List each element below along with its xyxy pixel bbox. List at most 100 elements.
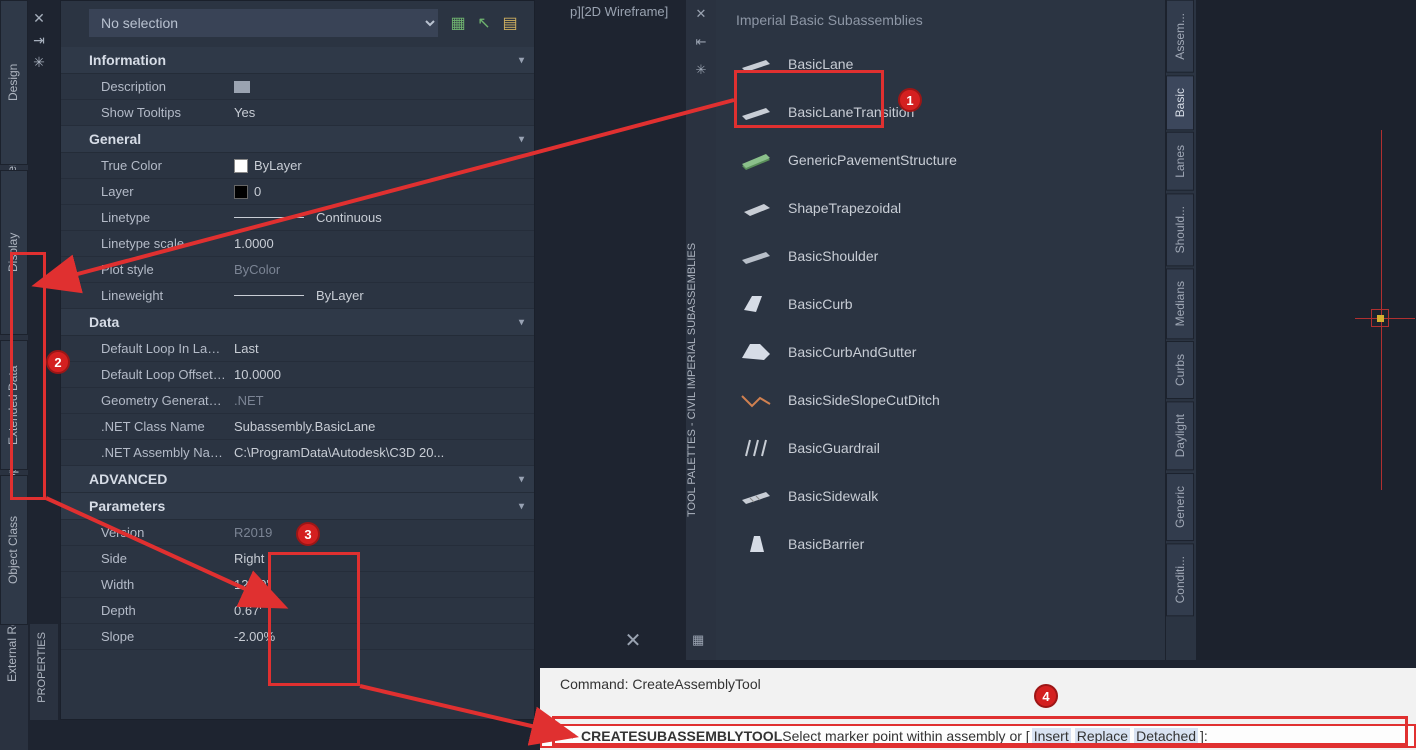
row-net-assembly[interactable]: .NET Assembly Name C:\ProgramData\Autode… (61, 440, 534, 466)
command-option-detached[interactable]: Detached (1134, 728, 1198, 744)
color-swatch-icon (234, 159, 248, 173)
palette-tab-lanes[interactable]: Lanes (1166, 132, 1194, 191)
subassembly-icon (740, 196, 772, 220)
close-icon[interactable]: ✕ (618, 628, 648, 658)
row-linetype-scale[interactable]: Linetype scale 1.0000 (61, 231, 534, 257)
palette-tab-conditional[interactable]: Conditi... (1166, 543, 1194, 616)
palette-tab-shoulders[interactable]: Should... (1166, 193, 1194, 266)
palette-item-basiclanetransition[interactable]: BasicLaneTransition (732, 88, 1157, 136)
command-line-area: Command: CreateAssemblyTool ▭ ▾ CREATESU… (540, 668, 1416, 750)
group-advanced-title: ADVANCED (89, 471, 167, 487)
palette-item-genericpavement[interactable]: GenericPavementStructure (732, 136, 1157, 184)
row-lineweight[interactable]: Lineweight ByLayer (61, 283, 534, 309)
row-net-class[interactable]: .NET Class Name Subassembly.BasicLane (61, 414, 534, 440)
caret-icon: ▾ (519, 474, 524, 485)
chevron-down-icon[interactable]: ▾ (570, 731, 575, 742)
command-option-insert[interactable]: Insert (1032, 728, 1071, 744)
command-name: CREATESUBASSEMBLYTOOL (581, 728, 782, 744)
subassembly-icon (740, 52, 772, 76)
row-depth[interactable]: Depth 0.67' (61, 598, 534, 624)
palette-tab-daylight[interactable]: Daylight (1166, 401, 1194, 470)
palette-tab-assemblies[interactable]: Assem... (1166, 0, 1194, 73)
caret-icon: ▾ (519, 134, 524, 145)
subassembly-icon (740, 532, 772, 556)
tool-palette-body: Imperial Basic Subassemblies BasicLane B… (716, 0, 1166, 660)
properties-panel: No selection ▦ ↖ ▤ Information ▾ Descrip… (60, 0, 535, 720)
command-input[interactable]: ▭ ▾ CREATESUBASSEMBLYTOOL Select marker … (540, 724, 1416, 748)
palette-item-basicsidewalk[interactable]: BasicSidewalk (732, 472, 1157, 520)
row-slope[interactable]: Slope -2.00% (61, 624, 534, 650)
group-data-header[interactable]: Data ▾ (61, 309, 534, 336)
command-option-replace[interactable]: Replace (1075, 728, 1130, 744)
close-icon[interactable]: ✕ (30, 10, 48, 28)
row-default-loop-offset[interactable]: Default Loop Offset I... 10.0000 (61, 362, 534, 388)
row-plot-style[interactable]: Plot style ByColor (61, 257, 534, 283)
quick-select-icon[interactable]: ▦ (448, 13, 468, 33)
viewport-title: p][2D Wireframe] (570, 4, 668, 19)
group-parameters-title: Parameters (89, 498, 165, 514)
pin-icon[interactable]: ⇤ (686, 28, 716, 56)
group-general-header[interactable]: General ▾ (61, 126, 534, 153)
row-default-loop-layout[interactable]: Default Loop In Layo... Last (61, 336, 534, 362)
command-prompt-end: ]: (1200, 728, 1208, 744)
gear-icon[interactable]: ✳ (686, 56, 716, 84)
group-general-title: General (89, 131, 141, 147)
group-information-header[interactable]: Information ▾ (61, 47, 534, 74)
command-prompt-text: Select marker point within assembly or [ (782, 728, 1029, 744)
subassembly-icon (740, 244, 772, 268)
callout-badge-4: 4 (1034, 684, 1058, 708)
group-information-title: Information (89, 52, 166, 68)
palette-item-basicbarrier[interactable]: BasicBarrier (732, 520, 1157, 568)
palette-tab-generic[interactable]: Generic (1166, 473, 1194, 541)
layer-swatch-icon (234, 185, 248, 199)
gear-icon[interactable]: ✳ (30, 54, 48, 72)
palette-item-basiclane[interactable]: BasicLane (732, 40, 1157, 88)
row-linetype[interactable]: Linetype Continuous (61, 205, 534, 231)
command-icon: ▭ (548, 728, 566, 744)
subassembly-icon (740, 100, 772, 124)
palette-item-basicguardrail[interactable]: BasicGuardrail (732, 424, 1157, 472)
lineweight-sample-icon (234, 295, 304, 296)
tab-display[interactable]: Display (0, 170, 28, 335)
row-geometry-generate[interactable]: Geometry Generate... .NET (61, 388, 534, 414)
palette-item-shapetrapezoidal[interactable]: ShapeTrapezoidal (732, 184, 1157, 232)
drawing-canvas[interactable] (1196, 0, 1416, 660)
row-side[interactable]: Side Right (61, 546, 534, 572)
tool-palette-title-vertical: TOOL PALETTES - CIVIL IMPERIAL SUBASSEMB… (686, 180, 714, 580)
caret-icon: ▾ (519, 501, 524, 512)
subassembly-icon (740, 148, 772, 172)
properties-sub-label[interactable]: PROPERTIES (30, 624, 54, 711)
row-layer[interactable]: Layer 0 (61, 179, 534, 205)
close-icon[interactable]: ✕ (686, 0, 716, 28)
tab-design[interactable]: Design (0, 0, 28, 165)
group-advanced-header[interactable]: ADVANCED ▾ (61, 466, 534, 493)
palette-item-basicshoulder[interactable]: BasicShoulder (732, 232, 1157, 280)
palette-item-basicsideslope[interactable]: BasicSideSlopeCutDitch (732, 376, 1157, 424)
callout-badge-2: 2 (46, 350, 70, 374)
panel-control-icons: ✕ ⇥ ✳ (30, 6, 52, 76)
row-description[interactable]: Description (61, 74, 534, 100)
group-parameters-header[interactable]: Parameters ▾ (61, 493, 534, 520)
palette-item-basiccurb[interactable]: BasicCurb (732, 280, 1157, 328)
palette-title: Imperial Basic Subassemblies (716, 0, 1165, 40)
palette-tab-basic[interactable]: Basic (1166, 75, 1194, 130)
pick-add-icon[interactable]: ▤ (500, 13, 520, 33)
palette-tab-curbs[interactable]: Curbs (1166, 341, 1194, 399)
tool-palette-strip: ✕ ⇤ ✳ TOOL PALETTES - CIVIL IMPERIAL SUB… (686, 0, 716, 660)
tab-object-class[interactable]: Object Class (0, 475, 28, 625)
palette-item-basiccurbgutter[interactable]: BasicCurbAndGutter (732, 328, 1157, 376)
row-true-color[interactable]: True Color ByLayer (61, 153, 534, 179)
selection-dropdown[interactable]: No selection (89, 9, 438, 37)
row-width[interactable]: Width 12.00' (61, 572, 534, 598)
pin-icon[interactable]: ⇥ (30, 32, 48, 50)
row-show-tooltips[interactable]: Show Tooltips Yes (61, 100, 534, 126)
callout-badge-1: 1 (898, 88, 922, 112)
callout-badge-3: 3 (296, 522, 320, 546)
linetype-sample-icon (234, 217, 304, 218)
properties-icon[interactable]: ▦ (692, 626, 704, 654)
properties-sub-strip: PROPERTIES (30, 624, 58, 720)
tab-extended-data[interactable]: Extended Data (0, 340, 28, 470)
palette-tab-medians[interactable]: Medians (1166, 268, 1194, 339)
caret-icon: ▾ (519, 55, 524, 66)
select-objects-icon[interactable]: ↖ (474, 13, 494, 33)
